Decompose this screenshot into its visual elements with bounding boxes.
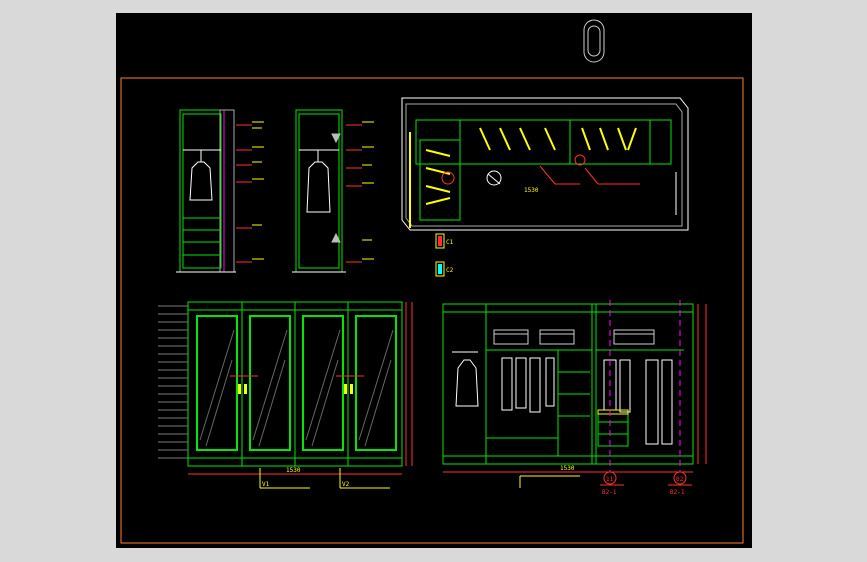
dim-label-bottom-left: 1530 [286,467,301,474]
tag-02: 02 [676,476,684,483]
tag-11: 11 [606,476,614,483]
dim-label-top: 1530 [524,187,539,194]
cad-drawing-viewport[interactable]: 1530 1530 1530 V1 V2 C1 C2 11 02 B2-1 B2… [0,0,867,562]
tag-c1: C1 [446,239,454,246]
tag-v2: V2 [342,481,350,488]
tag-v1: V1 [262,481,270,488]
ref-right: B2-1 [670,489,685,496]
tag-c2: C2 [446,267,454,274]
ref-left: B2-1 [602,489,617,496]
dim-label-bottom-right: 1530 [560,465,575,472]
drawing-canvas[interactable] [116,13,752,548]
